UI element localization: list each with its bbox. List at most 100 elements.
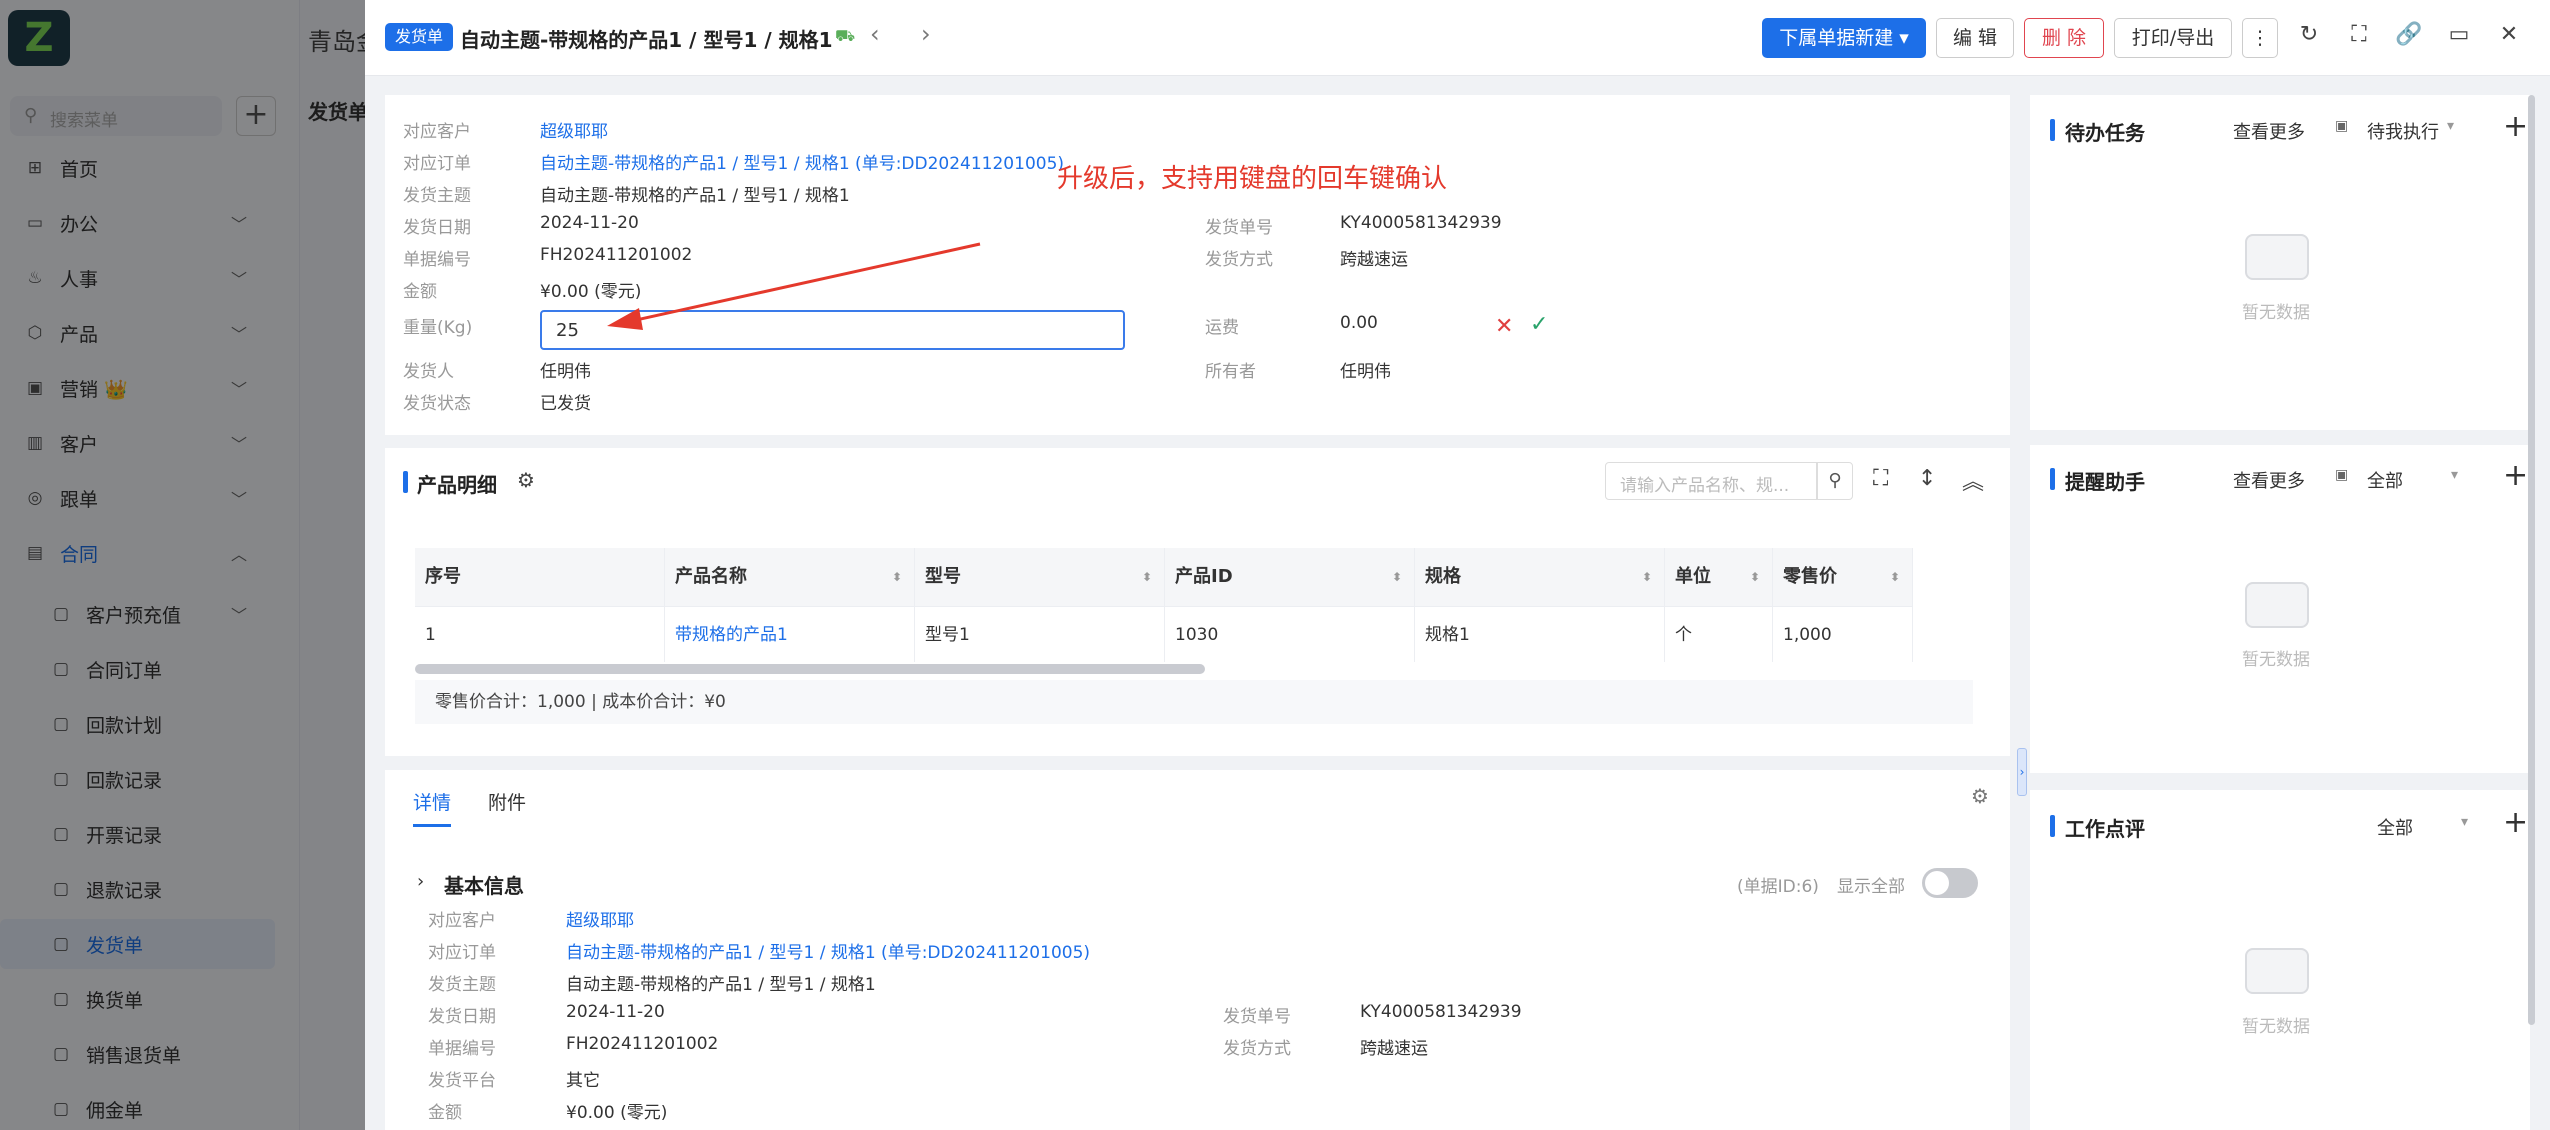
cancel-edit-icon[interactable]: ✕: [1495, 314, 1513, 339]
amount-label: 金额: [428, 1103, 462, 1123]
sort-icon[interactable]: ⬍: [1750, 548, 1760, 606]
platform-label: 发货平台: [428, 1071, 496, 1091]
shipno-value: KY4000581342939: [1340, 213, 1502, 233]
settings-gear-icon[interactable]: ⚙: [1971, 784, 1989, 808]
table-header-cell[interactable]: 产品ID ⬍: [1165, 548, 1415, 606]
fullscreen-icon[interactable]: ⛶: [2343, 22, 2375, 47]
order-link[interactable]: 自动主题-带规格的产品1 / 型号1 / 规格1 (单号:DD202411201…: [540, 149, 1064, 174]
product-search-input[interactable]: 请输入产品名称、规...: [1605, 462, 1817, 500]
reminder-title: 提醒助手: [2065, 470, 2145, 494]
show-all-label: 显示全部: [1837, 877, 1905, 897]
customer-link[interactable]: 超级耶耶: [540, 117, 608, 142]
status-value: 已发货: [540, 394, 591, 414]
edit-button[interactable]: 编 辑: [1936, 18, 2014, 58]
product-name-link[interactable]: 带规格的产品1: [665, 606, 915, 662]
table-cell: 规格1: [1415, 606, 1665, 662]
status-label: 发货状态: [403, 394, 471, 414]
sort-icon[interactable]: ⬍: [1392, 548, 1402, 606]
method-value: 跨越速运: [1340, 250, 1408, 270]
detail-drawer: 发货单 自动主题-带规格的产品1 / 型号1 / 规格1 ⛟ ‹ › 下属单据新…: [365, 0, 2550, 1130]
tab-attachment[interactable]: 附件: [488, 788, 526, 815]
empty-inbox-icon: [2245, 582, 2309, 628]
doc-type-badge: 发货单: [385, 23, 454, 51]
empty-inbox-icon: [2245, 234, 2309, 280]
tab-detail[interactable]: 详情: [413, 788, 451, 815]
section-bar: [2050, 119, 2055, 141]
chevron-down-icon: ▾: [1899, 27, 1909, 49]
table-header-cell[interactable]: 规格 ⬍: [1415, 548, 1665, 606]
weight-input[interactable]: 25: [540, 310, 1125, 350]
docno-value: FH202411201002: [540, 245, 693, 265]
table-horizontal-scrollbar[interactable]: [415, 664, 1205, 674]
add-reminder-icon[interactable]: +: [2503, 458, 2528, 493]
table-header-label: 产品名称: [675, 566, 747, 587]
add-todo-icon[interactable]: +: [2503, 109, 2528, 144]
table-cell: 1,000: [1773, 606, 1913, 662]
panel-icon[interactable]: ▭: [2443, 22, 2475, 47]
show-all-toggle[interactable]: [1922, 868, 1978, 898]
table-header-cell[interactable]: 产品名称 ⬍: [665, 548, 915, 606]
sort-icon[interactable]: ⬍: [1890, 548, 1900, 606]
sort-icon[interactable]: ⬍: [1642, 548, 1652, 606]
table-header-label: 单位: [1675, 566, 1711, 587]
row-height-icon[interactable]: ↕: [1918, 466, 1936, 491]
date-label: 发货日期: [403, 218, 471, 238]
docno-value: FH202411201002: [566, 1034, 719, 1054]
weight-label: 重量(Kg): [403, 318, 473, 338]
right-panel-scrollbar[interactable]: [2528, 95, 2535, 1025]
owner-value: 任明伟: [1340, 362, 1391, 382]
table-header-label: 产品ID: [1175, 566, 1233, 587]
sort-icon[interactable]: ⬍: [1142, 548, 1152, 606]
card-icon: ▣: [2335, 118, 2349, 134]
settings-gear-icon[interactable]: ⚙: [517, 468, 535, 492]
subject-value: 自动主题-带规格的产品1 / 型号1 / 规格1: [566, 975, 876, 995]
table-header-cell[interactable]: 单位 ⬍: [1665, 548, 1773, 606]
amount-label: 金额: [403, 282, 437, 302]
products-title: 产品明细: [417, 473, 497, 497]
chevron-down-icon: ▾: [2451, 467, 2459, 483]
new-sub-document-button[interactable]: 下属单据新建 ▾: [1762, 18, 1926, 58]
refresh-icon[interactable]: ↻: [2293, 22, 2325, 47]
reminder-more-link[interactable]: 查看更多: [2233, 467, 2305, 493]
table-header-cell[interactable]: 序号: [415, 548, 665, 606]
expand-table-icon[interactable]: ⛶: [1873, 466, 1888, 491]
close-icon[interactable]: ✕: [2493, 22, 2525, 47]
link-icon[interactable]: 🔗: [2393, 22, 2425, 47]
empty-inbox-icon: [2245, 948, 2309, 994]
confirm-edit-icon[interactable]: ✓: [1530, 312, 1548, 337]
table-header-label: 型号: [925, 566, 961, 587]
amount-value: ¥0.00 (零元): [566, 1103, 668, 1123]
review-title: 工作点评: [2065, 817, 2145, 841]
add-review-icon[interactable]: +: [2503, 805, 2528, 840]
subject-label: 发货主题: [403, 186, 471, 206]
method-label: 发货方式: [1223, 1039, 1291, 1059]
reminder-filter[interactable]: 全部: [2367, 467, 2403, 493]
table-header-cell[interactable]: 型号 ⬍: [915, 548, 1165, 606]
todo-filter[interactable]: 待我执行: [2367, 118, 2439, 144]
table-cell: 个: [1665, 606, 1773, 662]
annotation-text: 升级后，支持用键盘的回车键确认: [1057, 164, 1448, 194]
panel-splitter-handle[interactable]: ›: [2017, 748, 2027, 796]
drawer-title: 自动主题-带规格的产品1 / 型号1 / 规格1: [460, 28, 833, 52]
order-link[interactable]: 自动主题-带规格的产品1 / 型号1 / 规格1 (单号:DD202411201…: [566, 938, 1090, 963]
next-record-icon[interactable]: ›: [921, 20, 931, 48]
print-export-button[interactable]: 打印/导出: [2114, 18, 2232, 58]
platform-value: 其它: [566, 1071, 600, 1091]
collapse-section-icon[interactable]: ︽: [1962, 464, 1984, 496]
review-filter[interactable]: 全部: [2377, 814, 2413, 840]
chevron-right-icon[interactable]: ›: [417, 871, 424, 892]
table-header-cell[interactable]: 零售价 ⬍: [1773, 548, 1913, 606]
customer-label: 对应客户: [403, 122, 471, 142]
sort-icon[interactable]: ⬍: [892, 548, 902, 606]
todo-more-link[interactable]: 查看更多: [2233, 118, 2305, 144]
order-label: 对应订单: [403, 154, 471, 174]
search-icon[interactable]: ⚲: [1817, 462, 1853, 500]
more-menu-icon[interactable]: ⋮: [2242, 18, 2278, 58]
delete-button[interactable]: 删 除: [2024, 18, 2104, 58]
prev-record-icon[interactable]: ‹: [870, 20, 880, 48]
doc-id-text: (单据ID:6): [1737, 877, 1819, 897]
subject-label: 发货主题: [428, 975, 496, 995]
subject-value: 自动主题-带规格的产品1 / 型号1 / 规格1: [540, 186, 850, 206]
customer-link[interactable]: 超级耶耶: [566, 906, 634, 931]
table-cell: 1: [415, 606, 665, 662]
